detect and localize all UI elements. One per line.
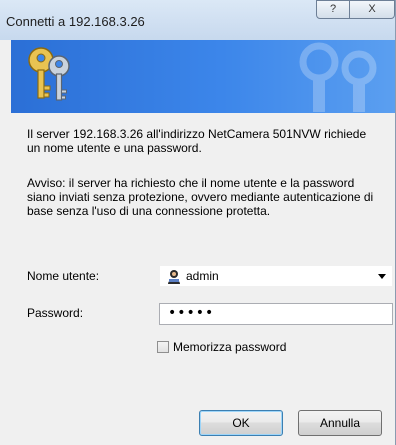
ok-button[interactable]: OK — [199, 410, 283, 436]
dialog-content: Il server 192.168.3.26 all'indirizzo Net… — [11, 113, 395, 445]
dropdown-arrow-icon[interactable] — [378, 274, 386, 279]
close-button[interactable]: X — [349, 0, 395, 19]
security-warning-text: Avviso: il server ha richiesto che il no… — [27, 176, 374, 218]
password-field[interactable]: ••••• — [159, 303, 393, 325]
keys-watermark-icon — [299, 42, 377, 112]
intro-text: Il server 192.168.3.26 all'indirizzo Net… — [27, 127, 367, 155]
help-button[interactable]: ? — [316, 0, 350, 19]
close-icon: X — [368, 3, 376, 15]
username-value: admin — [186, 269, 219, 283]
help-icon: ? — [329, 3, 337, 15]
cancel-button[interactable]: Annulla — [298, 410, 382, 436]
login-dialog: Connetti a 192.168.3.26 ? X Il server 19… — [0, 0, 396, 445]
title-bar[interactable]: Connetti a 192.168.3.26 ? X — [0, 0, 395, 40]
username-label: Nome utente: — [27, 269, 100, 283]
username-combobox[interactable]: admin — [159, 265, 393, 287]
remember-password-label[interactable]: Memorizza password — [173, 340, 286, 354]
keys-icon — [28, 47, 70, 101]
remember-password-checkbox[interactable] — [157, 341, 169, 353]
user-icon — [168, 270, 180, 284]
password-value: ••••• — [168, 305, 215, 321]
window-title: Connetti a 192.168.3.26 — [6, 14, 145, 29]
banner — [11, 40, 395, 113]
password-label: Password: — [27, 306, 84, 320]
